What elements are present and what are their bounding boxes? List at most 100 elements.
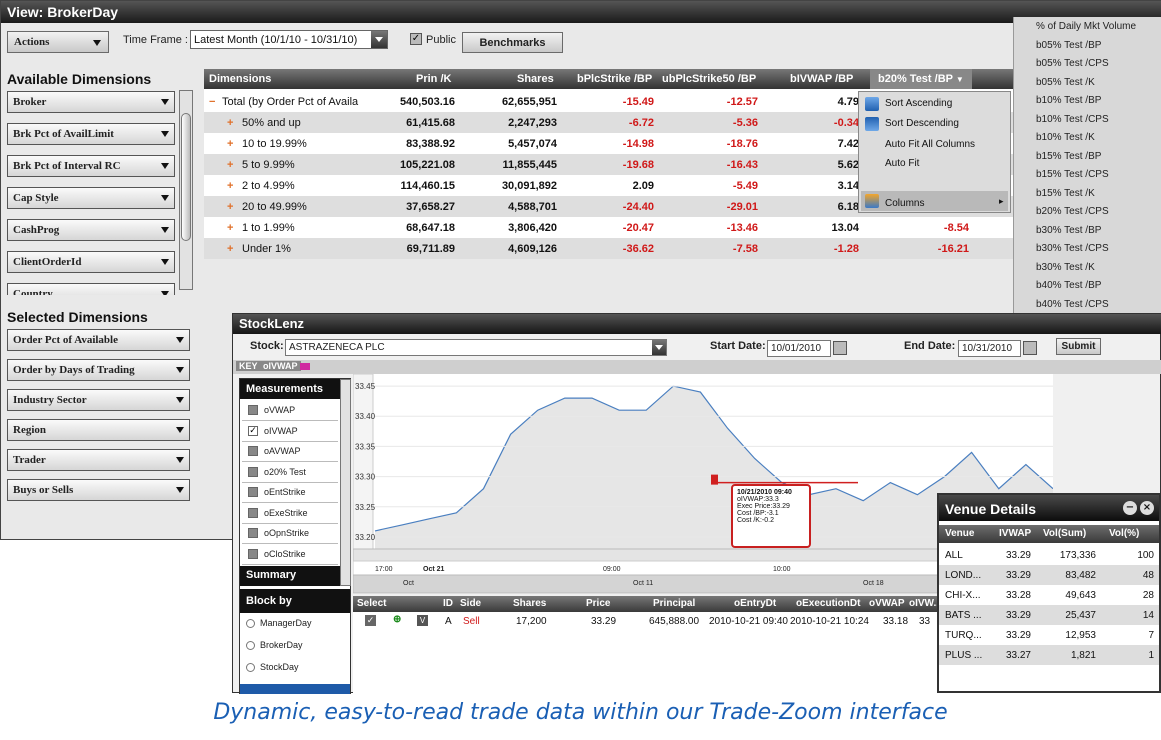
dimension-dropdown[interactable]: ClientOrderId	[7, 251, 175, 273]
col-side[interactable]: Side	[460, 598, 481, 609]
col-venue[interactable]: Venue	[945, 528, 974, 539]
metric-item[interactable]: b05% Test /K	[1036, 77, 1095, 88]
col-id[interactable]: ID	[443, 598, 453, 609]
col-ubplcstrike50[interactable]: ubPlcStrike50 /BP	[662, 73, 756, 85]
col-select[interactable]: Select	[357, 598, 386, 609]
scroll-thumb[interactable]	[181, 113, 191, 241]
radio-button[interactable]	[246, 663, 255, 672]
venue-row[interactable]: TURQ... 33.29 12,953 7	[939, 625, 1159, 645]
metric-item[interactable]: b10% Test /CPS	[1036, 114, 1109, 125]
start-date-input[interactable]: 10/01/2010	[767, 340, 831, 357]
col-ivwap[interactable]: IVWAP	[999, 528, 1031, 539]
selected-dimension-dropdown[interactable]: Industry Sector	[7, 389, 190, 411]
metric-item[interactable]: b10% Test /BP	[1036, 95, 1101, 106]
metric-item[interactable]: b20% Test /CPS	[1036, 206, 1109, 217]
venue-row[interactable]: ALL 33.29 173,336 100	[939, 545, 1159, 565]
submit-button[interactable]: Submit	[1056, 338, 1101, 355]
expand-icon[interactable]: +	[227, 138, 233, 150]
measurements-scrollbar[interactable]	[340, 379, 351, 586]
expand-icon[interactable]: +	[227, 159, 233, 171]
col-shares[interactable]: Shares	[517, 73, 554, 85]
grid-row[interactable]: +1 to 1.99% 68,647.18 3,806,420 -20.47 -13.4…	[204, 217, 1014, 238]
col-prin[interactable]: Prin /K	[416, 73, 451, 85]
metric-item[interactable]: b30% Test /CPS	[1036, 243, 1109, 254]
benchmarks-button[interactable]: Benchmarks	[462, 32, 563, 53]
actions-dropdown[interactable]: Actions	[7, 31, 109, 53]
timeframe-select[interactable]: Latest Month (10/1/10 - 10/31/10)	[190, 30, 388, 49]
col-dimensions[interactable]: Dimensions	[209, 73, 271, 85]
dimension-dropdown[interactable]: Cap Style	[7, 187, 175, 209]
measurement-checkbox[interactable]	[248, 405, 258, 415]
col-volpct[interactable]: Vol(%)	[1109, 528, 1139, 539]
menu-columns[interactable]: Columns	[885, 198, 924, 209]
measurement-checkbox[interactable]	[248, 528, 258, 538]
venue-row[interactable]: CHI-X... 33.28 49,643 28	[939, 585, 1159, 605]
end-date-input[interactable]: 10/31/2010	[958, 340, 1021, 357]
expand-icon[interactable]: +	[227, 201, 233, 213]
measurement-checkbox[interactable]	[248, 548, 258, 559]
col-vwap[interactable]: oVWAP	[869, 598, 905, 609]
metric-item[interactable]: b30% Test /K	[1036, 262, 1095, 273]
col-shares[interactable]: Shares	[513, 598, 546, 609]
metric-item[interactable]: b15% Test /CPS	[1036, 169, 1109, 180]
menu-sort-ascending[interactable]: Sort Ascending	[885, 98, 952, 109]
selected-dimension-dropdown[interactable]: Region	[7, 419, 190, 441]
col-entrydt[interactable]: oEntryDt	[734, 598, 776, 609]
select-arrow-icon[interactable]	[371, 31, 387, 48]
radio-button[interactable]	[246, 619, 255, 628]
selected-dimension-dropdown[interactable]: Buys or Sells	[7, 479, 190, 501]
collapse-icon[interactable]: −	[209, 96, 215, 108]
grid-row[interactable]: + Under 1% 69,711.89 4,609,126 -36.62 -7.58 -1…	[204, 238, 1014, 259]
dimension-dropdown[interactable]: Brk Pct of Interval RC	[7, 155, 175, 177]
view-icon[interactable]: V	[417, 615, 428, 626]
venue-row[interactable]: LOND... 33.29 83,482 48	[939, 565, 1159, 585]
expand-icon[interactable]: +	[227, 117, 233, 129]
available-scrollbar[interactable]	[179, 90, 193, 290]
metric-item[interactable]: b15% Test /K	[1036, 188, 1095, 199]
metric-item[interactable]: % of Daily Mkt Volume	[1036, 21, 1136, 32]
col-bivwap[interactable]: bIVWAP /BP	[790, 73, 853, 85]
expand-icon[interactable]: +	[227, 243, 233, 255]
expand-icon[interactable]: +	[227, 180, 233, 192]
dimension-dropdown[interactable]: Broker	[7, 91, 175, 113]
calendar-icon[interactable]	[1023, 341, 1037, 355]
measurement-checkbox[interactable]	[248, 507, 258, 518]
metric-item[interactable]: b10% Test /K	[1036, 132, 1095, 143]
menu-columns-row[interactable]	[861, 191, 1008, 211]
metric-item[interactable]: b05% Test /BP	[1036, 40, 1101, 51]
dimension-dropdown[interactable]: Country	[7, 283, 175, 295]
trade-marker[interactable]	[711, 474, 718, 485]
expand-icon[interactable]: +	[227, 222, 233, 234]
chevron-down-icon[interactable]	[652, 340, 666, 355]
metric-item[interactable]: b40% Test /CPS	[1036, 299, 1109, 310]
measurement-checkbox[interactable]	[248, 446, 258, 456]
minimize-icon[interactable]: −	[1123, 501, 1137, 515]
dimension-dropdown[interactable]: Brk Pct of AvailLimit	[7, 123, 175, 145]
metric-item[interactable]: b15% Test /BP	[1036, 151, 1101, 162]
metric-item[interactable]: b30% Test /BP	[1036, 225, 1101, 236]
menu-auto-fit-all[interactable]: Auto Fit All Columns	[885, 139, 975, 150]
stock-select[interactable]: ASTRAZENECA PLC	[285, 339, 667, 356]
selected-dimension-dropdown[interactable]: Order Pct of Available	[7, 329, 190, 351]
col-volsum[interactable]: Vol(Sum)	[1043, 528, 1086, 539]
measurement-checkbox[interactable]: ✓	[248, 425, 258, 436]
close-icon[interactable]: ×	[1140, 501, 1154, 515]
metric-item[interactable]: b40% Test /BP	[1036, 280, 1101, 291]
col-b20-test[interactable]: b20% Test /BP ▼	[870, 69, 972, 89]
col-bplcstrike[interactable]: bPlcStrike /BP	[577, 73, 652, 85]
col-executiondt[interactable]: oExecutionDt	[796, 598, 860, 609]
dimension-dropdown[interactable]: CashProg	[7, 219, 175, 241]
public-checkbox[interactable]: ✓	[410, 33, 422, 45]
zoom-icon[interactable]: ⊕	[393, 614, 401, 625]
trade-row[interactable]: ✓ ⊕ V A Sell 17,200 33.29 645,888.00 201…	[353, 613, 943, 631]
venue-row[interactable]: BATS ... 33.29 25,437 14	[939, 605, 1159, 625]
col-principal[interactable]: Principal	[653, 598, 695, 609]
menu-auto-fit[interactable]: Auto Fit	[885, 158, 919, 169]
select-checkbox[interactable]: ✓	[365, 615, 376, 626]
selected-dimension-dropdown[interactable]: Order by Days of Trading	[7, 359, 190, 381]
menu-sort-descending[interactable]: Sort Descending	[885, 118, 959, 129]
venue-row[interactable]: PLUS ... 33.27 1,821 1	[939, 645, 1159, 665]
metric-item[interactable]: b05% Test /CPS	[1036, 58, 1109, 69]
col-price[interactable]: Price	[586, 598, 610, 609]
radio-button[interactable]	[246, 641, 255, 650]
